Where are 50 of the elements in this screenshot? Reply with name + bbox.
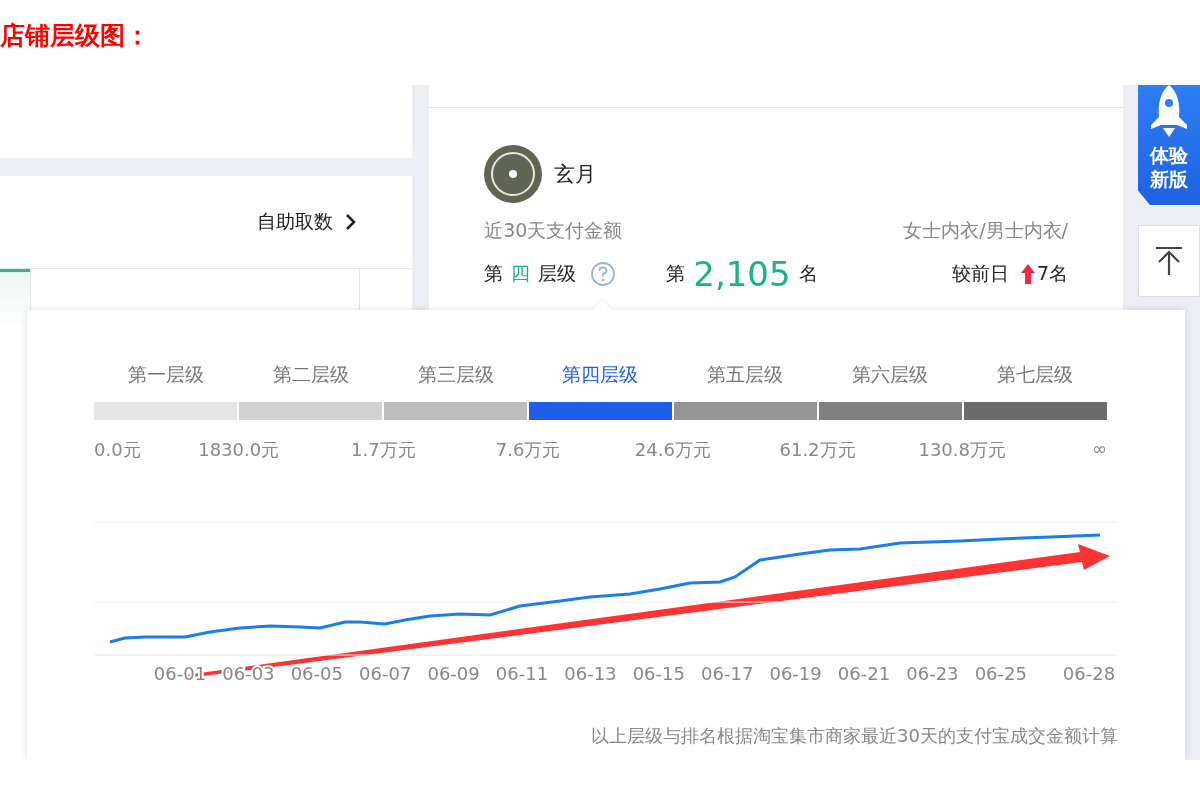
axis-label: 06-15: [632, 663, 685, 684]
threshold-label: 24.6万元: [634, 438, 711, 462]
rank-number: 2,105: [693, 254, 791, 294]
axis-label: 06-17: [701, 663, 754, 684]
rank-prefix: 第: [666, 261, 686, 286]
threshold-label: 7.6万元: [495, 438, 561, 462]
axis-label: 06-11: [495, 663, 549, 684]
axis-label: 06-23: [906, 663, 959, 684]
compare-label: 较前日: [951, 261, 1009, 286]
tier-label[interactable]: 第四层级: [528, 362, 673, 392]
rank-change: 7名: [1036, 261, 1068, 286]
threshold-label: ∞: [1091, 438, 1107, 461]
shop-name: 玄月: [554, 161, 597, 188]
axis-label: 06-07: [359, 663, 412, 684]
amount-label: 近30天支付金额: [484, 218, 623, 243]
tier-prefix: 第: [484, 261, 504, 286]
tier-label[interactable]: 第一层级: [94, 362, 239, 392]
tier-label[interactable]: 第二层级: [238, 362, 384, 392]
threshold-label: 130.8万元: [918, 438, 1006, 462]
axis-label: 06-13: [564, 663, 617, 684]
axis-label: 06-19: [769, 663, 822, 684]
axis-label: 06-25: [974, 663, 1027, 684]
avatar-icon: [484, 145, 543, 203]
threshold-label: 61.2万元: [779, 438, 856, 462]
chevron-right-icon: [345, 213, 358, 231]
help-icon[interactable]: [590, 261, 617, 287]
rank-suffix: 名: [798, 261, 818, 286]
axis-label: 06-01: [153, 663, 207, 684]
tier-number: 四: [511, 261, 531, 286]
arrow-to-top-icon: [1155, 246, 1183, 276]
back-to-top-button[interactable]: [1138, 225, 1200, 297]
category-text: 女士内衣/男士内衣/: [903, 218, 1068, 243]
threshold-label: 1.7万元: [351, 438, 416, 462]
tier-label[interactable]: 第三层级: [383, 362, 529, 392]
tier-label[interactable]: 第六层级: [817, 362, 963, 392]
axis-label: 06-05: [290, 663, 343, 684]
page-heading: 店铺层级图：: [0, 20, 151, 52]
axis-label: 06-09: [427, 663, 480, 684]
footnote: 以上层级与排名根据淘宝集市商家最近30天的支付宝成交金额计算: [591, 724, 1118, 748]
axis-label: 06-21: [837, 663, 891, 684]
tier-suffix: 层级: [538, 261, 577, 286]
threshold-label: 0.0元: [94, 438, 141, 462]
axis-label: 06-28: [1062, 663, 1116, 684]
rocket-icon: [1149, 85, 1189, 137]
self-service-link[interactable]: 自助取数: [257, 209, 358, 235]
threshold-label: 1830.0元: [198, 438, 280, 462]
tier-label[interactable]: 第七层级: [962, 362, 1107, 392]
tier-label[interactable]: 第五层级: [672, 362, 818, 392]
new-version-button[interactable]: 体验新版: [1138, 85, 1200, 205]
up-arrow-icon: [1020, 264, 1035, 284]
